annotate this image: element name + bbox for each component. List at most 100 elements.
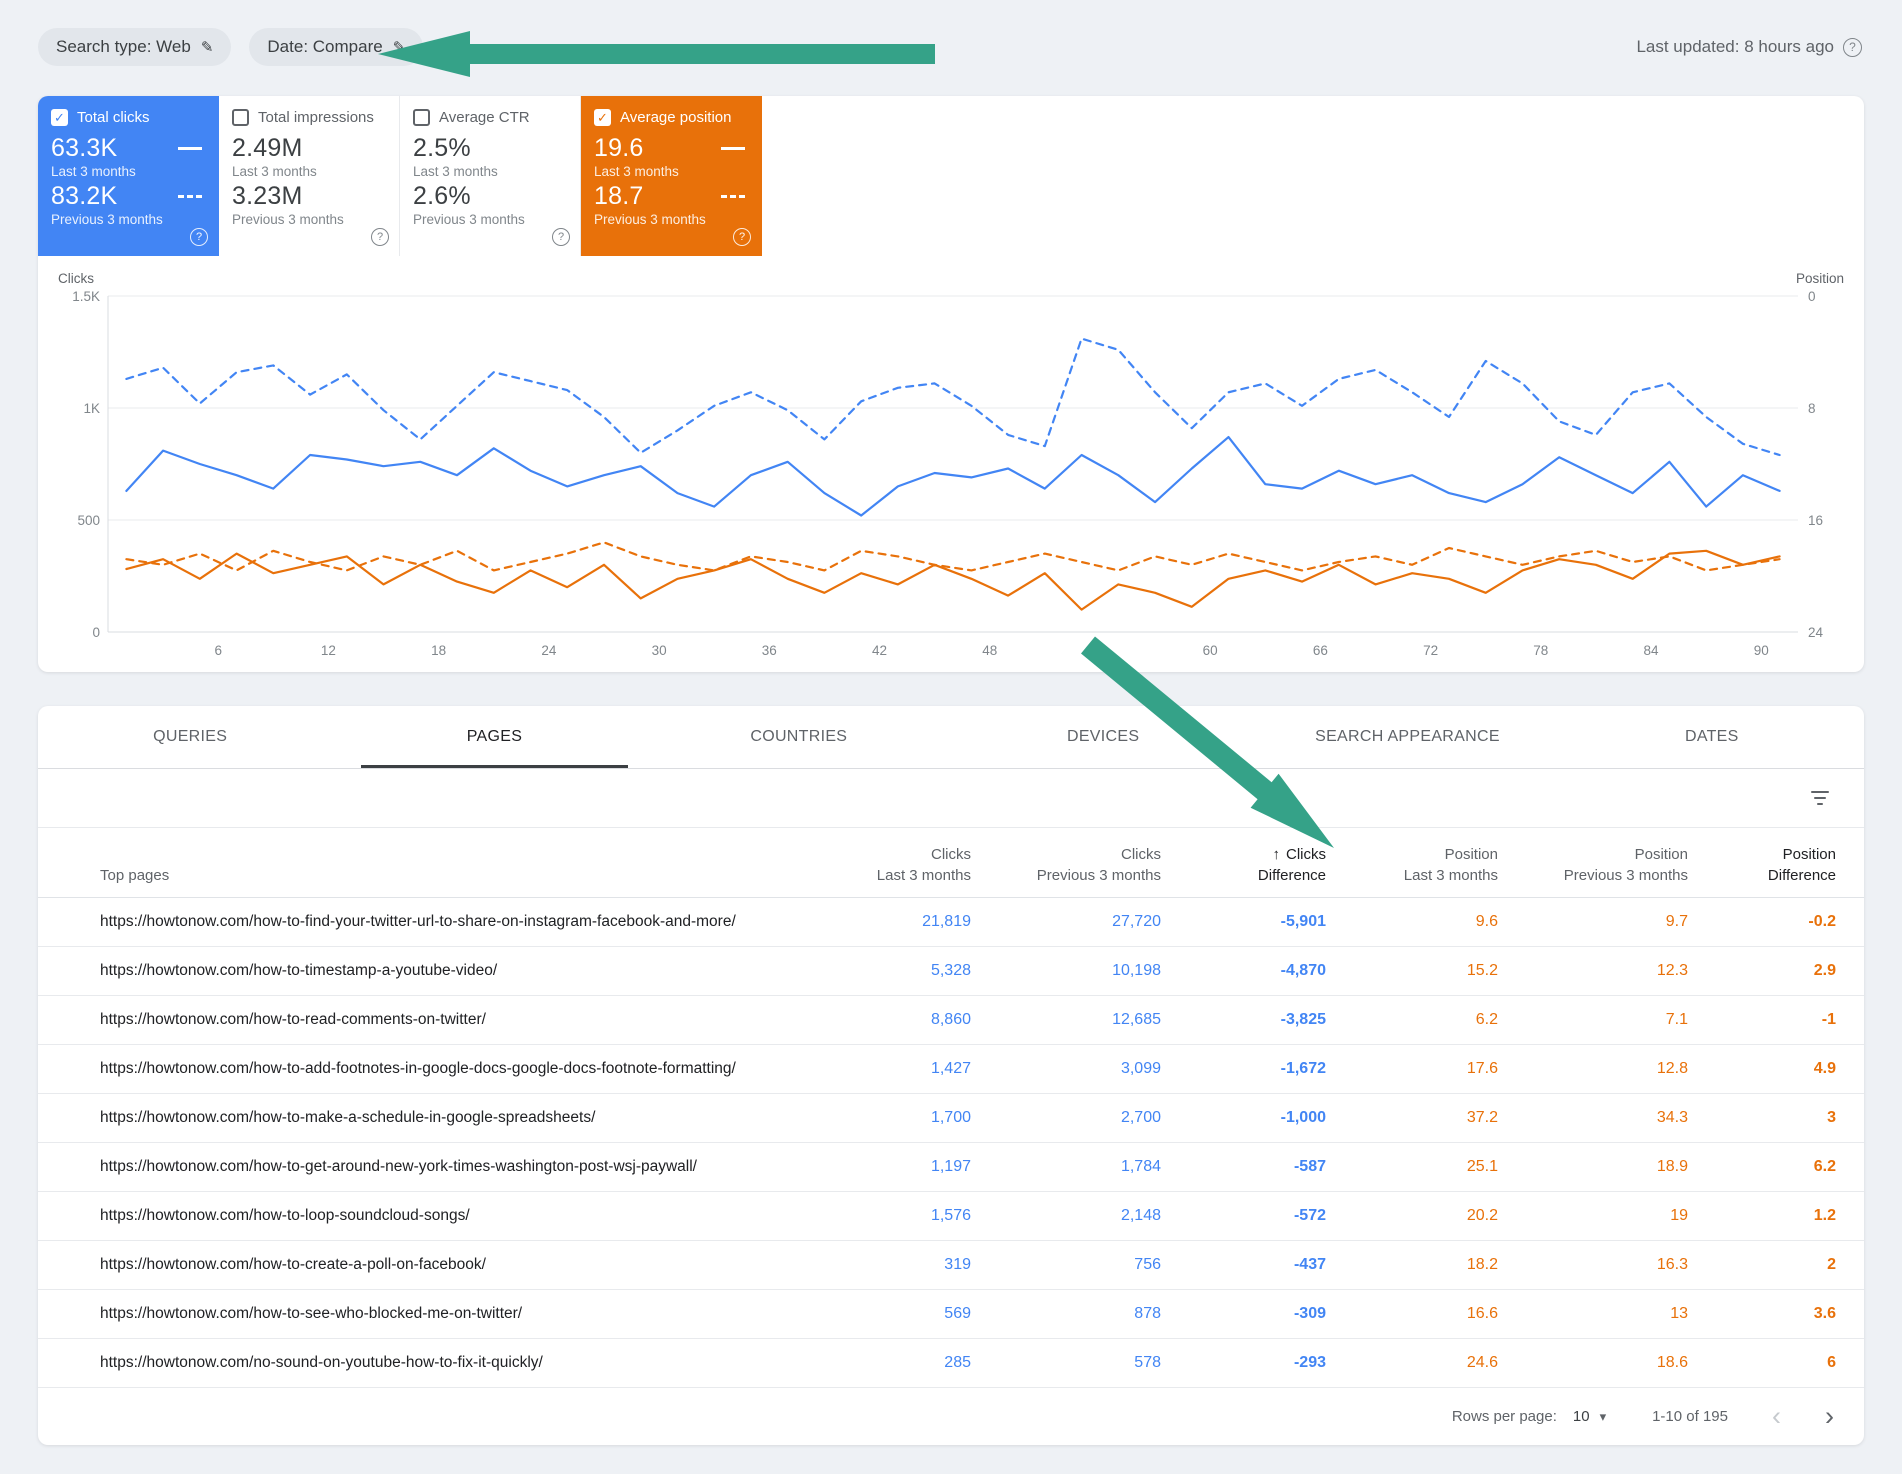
cell-value: 15.2 bbox=[1326, 962, 1498, 980]
metric-card-total-impressions[interactable]: Total impressions2.49MLast 3 months3.23M… bbox=[219, 96, 400, 256]
series-clicks-previous-3-months bbox=[126, 339, 1779, 455]
chart-area: 1.5K1K5000081624ClicksPosition6121824303… bbox=[38, 256, 1864, 672]
page-url-link[interactable]: https://howtonow.com/how-to-get-around-n… bbox=[38, 1158, 771, 1176]
cell-value: 3,099 bbox=[971, 1060, 1161, 1078]
cell-value: 756 bbox=[971, 1256, 1161, 1274]
x-tick-label: 72 bbox=[1423, 643, 1438, 658]
cell-value: -4,870 bbox=[1161, 962, 1326, 980]
metric-value-current: 2.5% bbox=[413, 134, 471, 163]
tab-search-appearance[interactable]: SEARCH APPEARANCE bbox=[1255, 706, 1559, 768]
column-header-line1: Position bbox=[1635, 846, 1688, 863]
cell-value: 1,427 bbox=[771, 1060, 971, 1078]
page-url-link[interactable]: https://howtonow.com/how-to-see-who-bloc… bbox=[38, 1305, 771, 1323]
table-body: https://howtonow.com/how-to-find-your-tw… bbox=[38, 898, 1864, 1388]
page-url-link[interactable]: https://howtonow.com/how-to-timestamp-a-… bbox=[38, 962, 771, 980]
chevron-left-icon[interactable]: ‹ bbox=[1772, 1403, 1781, 1430]
metric-card-average-position[interactable]: ✓Average position19.6Last 3 months18.7Pr… bbox=[581, 96, 762, 256]
metric-card-average-ctr[interactable]: Average CTR2.5%Last 3 months2.6%Previous… bbox=[400, 96, 581, 256]
cell-value: 17.6 bbox=[1326, 1060, 1498, 1078]
column-header-clicks-previous-3-months[interactable]: ClicksPrevious 3 months bbox=[971, 846, 1161, 884]
cell-value: 578 bbox=[971, 1354, 1161, 1372]
solid-line-legend-icon bbox=[721, 147, 745, 150]
table-row[interactable]: https://howtonow.com/how-to-make-a-sched… bbox=[38, 1094, 1864, 1143]
chevron-right-icon[interactable]: › bbox=[1825, 1403, 1834, 1430]
column-header-top-pages[interactable]: Top pages bbox=[38, 867, 771, 884]
tab-countries[interactable]: COUNTRIES bbox=[647, 706, 951, 768]
pagination-bar: Rows per page: 10 ▾ 1-10 of 195 ‹ › bbox=[38, 1388, 1864, 1445]
cell-value: 21,819 bbox=[771, 913, 971, 931]
help-icon[interactable]: ? bbox=[190, 228, 208, 246]
dashed-line-legend-icon bbox=[178, 195, 202, 198]
tab-queries[interactable]: QUERIES bbox=[38, 706, 342, 768]
checkbox-unchecked-icon[interactable] bbox=[413, 109, 430, 126]
tab-dates[interactable]: DATES bbox=[1560, 706, 1864, 768]
y-left-tick-label: 1K bbox=[83, 401, 100, 416]
cell-value: 5,328 bbox=[771, 962, 971, 980]
checkbox-checked-icon[interactable]: ✓ bbox=[594, 109, 611, 126]
chip-label: Search type: Web bbox=[56, 37, 191, 57]
tab-pages[interactable]: PAGES bbox=[342, 706, 646, 768]
table-row[interactable]: https://howtonow.com/how-to-get-around-n… bbox=[38, 1143, 1864, 1192]
column-header-clicks-difference[interactable]: ↑ClicksDifference bbox=[1161, 846, 1326, 884]
y-left-tick-label: 0 bbox=[92, 625, 100, 640]
column-header-line1: Clicks bbox=[931, 846, 971, 863]
table-row[interactable]: https://howtonow.com/how-to-see-who-bloc… bbox=[38, 1290, 1864, 1339]
cell-value: 12.8 bbox=[1498, 1060, 1688, 1078]
help-icon[interactable]: ? bbox=[552, 228, 570, 246]
help-icon[interactable]: ? bbox=[1843, 38, 1862, 57]
last-updated: Last updated: 8 hours ago ? bbox=[1636, 37, 1862, 57]
cell-value: -309 bbox=[1161, 1305, 1326, 1323]
page-url-link[interactable]: https://howtonow.com/how-to-find-your-tw… bbox=[38, 913, 771, 931]
checkbox-checked-icon[interactable]: ✓ bbox=[51, 109, 68, 126]
column-header-line1: Clicks bbox=[1121, 846, 1161, 863]
column-header-position-last-3-months[interactable]: PositionLast 3 months bbox=[1326, 846, 1498, 884]
cell-value: -572 bbox=[1161, 1207, 1326, 1225]
cell-value: 24.6 bbox=[1326, 1354, 1498, 1372]
filter-chip-date-compare[interactable]: Date: Compare✎ bbox=[249, 28, 423, 66]
page-url-link[interactable]: https://howtonow.com/how-to-add-footnote… bbox=[38, 1060, 771, 1078]
column-header-line2: Last 3 months bbox=[877, 867, 971, 884]
cell-value: 4.9 bbox=[1688, 1060, 1836, 1078]
rows-per-page-select[interactable]: 10 ▾ bbox=[1573, 1408, 1606, 1425]
table-row[interactable]: https://howtonow.com/how-to-read-comment… bbox=[38, 996, 1864, 1045]
metric-period-previous: Previous 3 months bbox=[594, 212, 749, 227]
help-icon[interactable]: ? bbox=[733, 228, 751, 246]
metric-period-current: Last 3 months bbox=[51, 164, 206, 179]
x-tick-label: 84 bbox=[1644, 643, 1660, 658]
table-row[interactable]: https://howtonow.com/no-sound-on-youtube… bbox=[38, 1339, 1864, 1388]
column-header-position-previous-3-months[interactable]: PositionPrevious 3 months bbox=[1498, 846, 1688, 884]
filter-chip-search-type[interactable]: Search type: Web✎ bbox=[38, 28, 231, 66]
filter-icon[interactable] bbox=[1808, 791, 1832, 805]
checkbox-unchecked-icon[interactable] bbox=[232, 109, 249, 126]
cell-value: 34.3 bbox=[1498, 1109, 1688, 1127]
table-row[interactable]: https://howtonow.com/how-to-loop-soundcl… bbox=[38, 1192, 1864, 1241]
tab-devices[interactable]: DEVICES bbox=[951, 706, 1255, 768]
table-row[interactable]: https://howtonow.com/how-to-create-a-pol… bbox=[38, 1241, 1864, 1290]
metric-period-current: Last 3 months bbox=[594, 164, 749, 179]
page-url-link[interactable]: https://howtonow.com/how-to-read-comment… bbox=[38, 1011, 771, 1029]
solid-line-legend-icon bbox=[178, 147, 202, 150]
cell-value: 1,700 bbox=[771, 1109, 971, 1127]
page-url-link[interactable]: https://howtonow.com/how-to-make-a-sched… bbox=[38, 1109, 771, 1127]
column-header-clicks-last-3-months[interactable]: Clicks Last 3 months bbox=[771, 846, 971, 884]
cell-value: 1.2 bbox=[1688, 1207, 1836, 1225]
page-url-link[interactable]: https://howtonow.com/how-to-loop-soundcl… bbox=[38, 1207, 771, 1225]
help-icon[interactable]: ? bbox=[371, 228, 389, 246]
metric-card-label: Total impressions bbox=[258, 109, 374, 126]
metric-value-current: 63.3K bbox=[51, 134, 117, 163]
cell-value: 1,784 bbox=[971, 1158, 1161, 1176]
y-left-tick-label: 1.5K bbox=[72, 289, 100, 304]
column-header-position-difference[interactable]: PositionDifference bbox=[1688, 846, 1836, 884]
column-header-line2: Difference bbox=[1258, 867, 1326, 884]
metric-card-total-clicks[interactable]: ✓Total clicks63.3KLast 3 months83.2KPrev… bbox=[38, 96, 219, 256]
x-tick-label: 48 bbox=[982, 643, 997, 658]
table-row[interactable]: https://howtonow.com/how-to-find-your-tw… bbox=[38, 898, 1864, 947]
page-url-link[interactable]: https://howtonow.com/no-sound-on-youtube… bbox=[38, 1354, 771, 1372]
page-url-link[interactable]: https://howtonow.com/how-to-create-a-pol… bbox=[38, 1256, 771, 1274]
cell-value: 2.9 bbox=[1688, 962, 1836, 980]
table-row[interactable]: https://howtonow.com/how-to-add-footnote… bbox=[38, 1045, 1864, 1094]
series-clicks-last-3-months bbox=[126, 437, 1779, 515]
metric-cards: ✓Total clicks63.3KLast 3 months83.2KPrev… bbox=[38, 96, 1864, 256]
y-right-tick-label: 8 bbox=[1808, 401, 1816, 416]
table-row[interactable]: https://howtonow.com/how-to-timestamp-a-… bbox=[38, 947, 1864, 996]
